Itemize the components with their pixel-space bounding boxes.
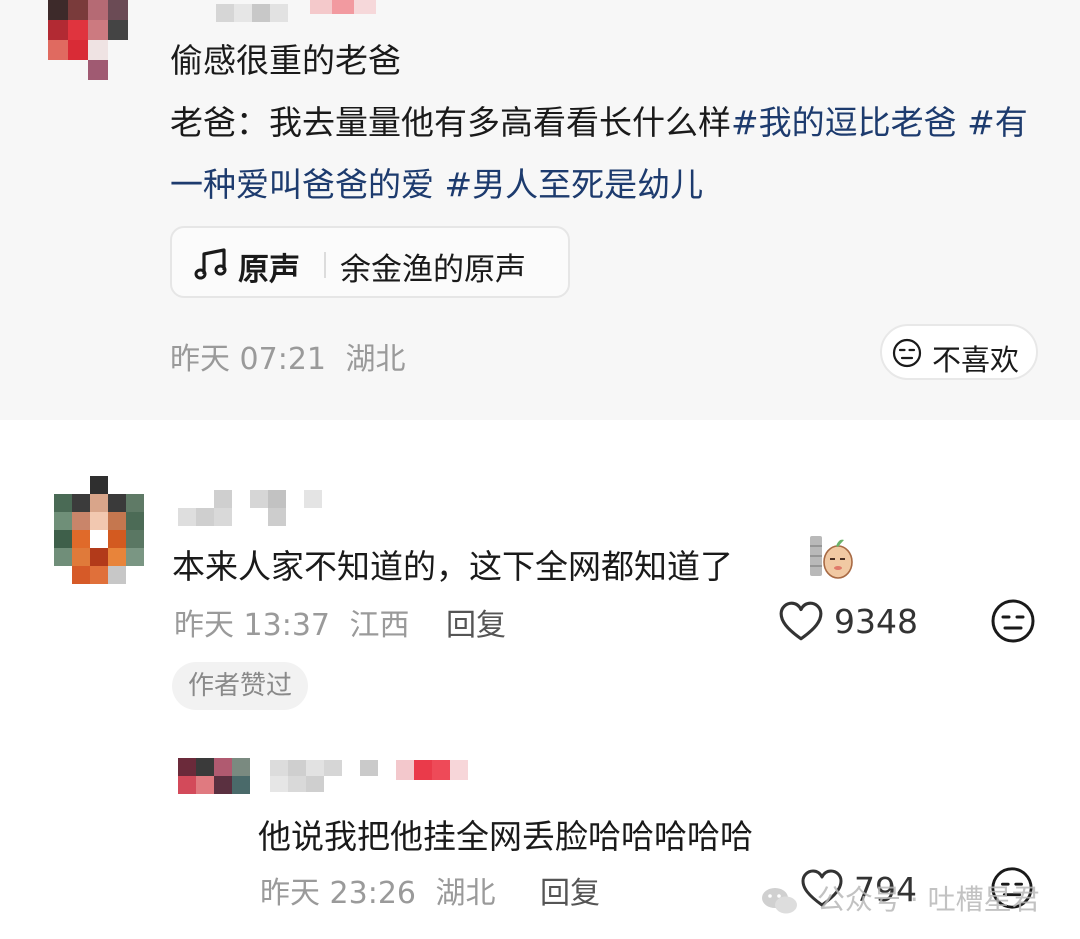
music-source: 余金渔的原声 [340, 252, 526, 288]
watermark: 公众号 · 吐槽星君 [760, 878, 1040, 918]
post-location: 湖北 [345, 342, 406, 377]
post-author-avatar[interactable] [48, 0, 128, 80]
wechat-icon [762, 888, 797, 914]
music-divider [324, 252, 326, 278]
reply-location: 湖北 [435, 876, 496, 911]
post-body-text: 老爸：我去量量他有多高看看长什么样 [170, 103, 731, 142]
reply-button[interactable]: 回复 [446, 600, 506, 644]
dislike-label: 不喜欢 [932, 343, 1020, 377]
neutral-face-icon [892, 338, 922, 368]
post-author-badge [310, 0, 376, 14]
sticker-emoji-icon [810, 536, 853, 579]
reply-time: 昨天 23:26 [260, 876, 416, 911]
comment-time: 昨天 13:37 [174, 608, 330, 643]
author-liked-badge: 作者赞过 [172, 662, 309, 710]
neutral-face-icon[interactable] [990, 598, 1036, 644]
reply-reply-button[interactable]: 回复 [540, 868, 600, 912]
comment-meta: 昨天 13:37 江西 [174, 600, 410, 644]
post-title: 偷感很重的老爸 [170, 41, 401, 80]
music-label: 原声 [238, 252, 300, 288]
comment-text: 本来人家不知道的，这下全网都知道了 [172, 547, 733, 586]
dislike-button[interactable]: 不喜欢 [880, 324, 1038, 380]
comment-username[interactable] [178, 490, 322, 526]
like-count: 9348 [834, 602, 918, 641]
post-author-name[interactable] [216, 4, 288, 22]
post-description: 老爸：我去量量他有多高看看长什么样#我的逗比老爸 #有一种爱叫爸爸的爱 #男人至… [170, 92, 1040, 216]
music-chip[interactable]: 原声 余金渔的原声 [170, 226, 570, 298]
music-note-icon [194, 248, 227, 280]
hashtag-link[interactable]: #男人至死是幼儿 [445, 165, 704, 204]
reply-avatar[interactable] [178, 758, 250, 794]
post-meta: 昨天 07:21 湖北 [170, 334, 406, 378]
hashtag-link[interactable]: #我的逗比老爸 [731, 103, 957, 142]
comment-location: 江西 [349, 608, 410, 643]
watermark-text: 公众号 · 吐槽星君 [816, 883, 1040, 916]
reply-meta: 昨天 23:26 湖北 [260, 868, 496, 912]
reply-username[interactable] [270, 760, 378, 792]
reply-user-badge [396, 760, 468, 780]
reply-text: 他说我把他挂全网丢脸哈哈哈哈哈 [258, 817, 753, 856]
post-time: 昨天 07:21 [170, 342, 326, 377]
comment-avatar[interactable] [54, 476, 144, 584]
heart-outline-icon[interactable] [778, 600, 824, 642]
